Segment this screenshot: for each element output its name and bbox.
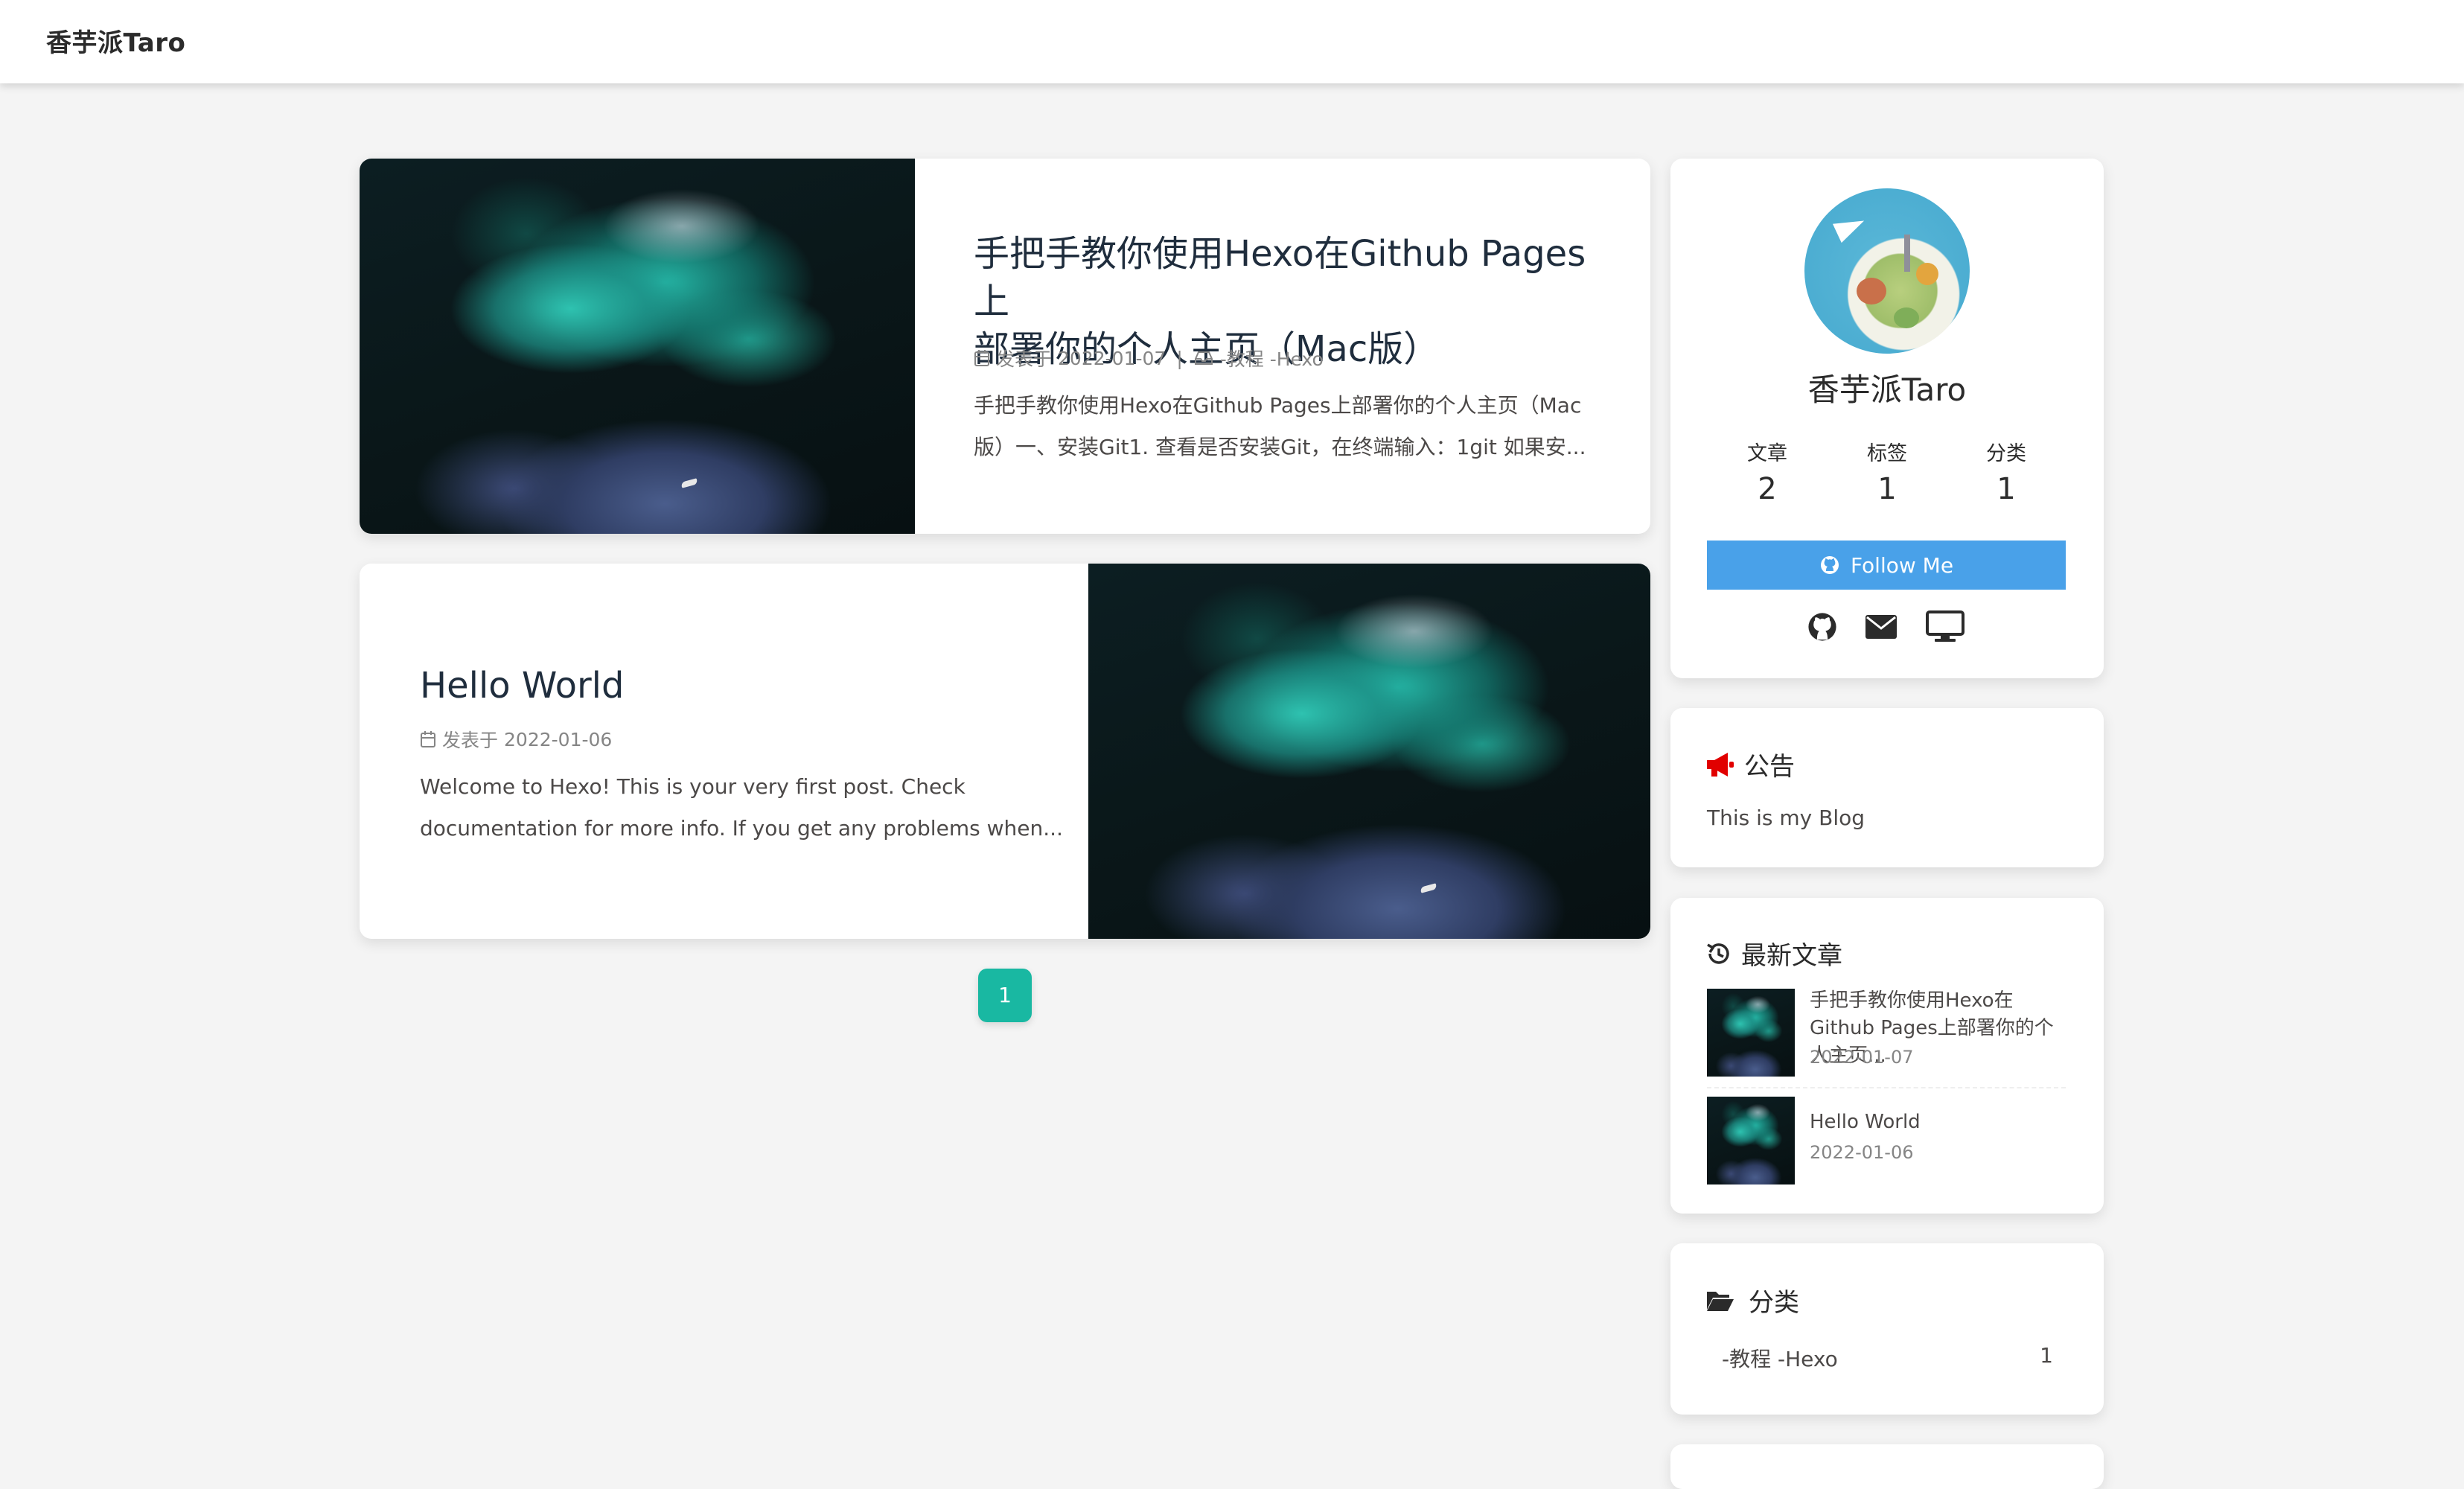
envelope-icon[interactable] <box>1865 615 1897 639</box>
post-excerpt: 手把手教你使用Hexo在Github Pages上部署你的个人主页（Mac 版）… <box>974 385 1621 468</box>
meta-label: 发表于 <box>996 348 1053 370</box>
post-title-line: 手把手教你使用Hexo在Github Pages上 <box>974 233 1586 322</box>
follow-me-button[interactable]: Follow Me <box>1707 541 2066 590</box>
recent-post-title-link[interactable]: Hello World <box>1810 1109 2070 1136</box>
author-name: 香芋派Taro <box>1807 372 1967 408</box>
announcement-card <box>1670 708 2104 867</box>
post-category-link[interactable]: -教程 -Hexo <box>1220 345 1324 372</box>
avatar-detail <box>1904 235 1910 272</box>
pagination-current-page[interactable]: 1 <box>978 969 1032 1022</box>
recent-post-thumbnail[interactable] <box>1707 1097 1795 1184</box>
announcement-title: 公告 <box>1744 752 1795 782</box>
tags-card <box>1670 1444 2104 1489</box>
announcement-heading: 公告 <box>1705 746 1795 782</box>
inbox-icon <box>1194 351 1213 365</box>
stat-tags[interactable]: 标签 1 <box>1828 437 1947 506</box>
bullhorn-icon <box>1707 752 1734 777</box>
folder-open-icon <box>1707 1291 1734 1311</box>
excerpt-line: 手把手教你使用Hexo在Github Pages上部署你的个人主页（Mac <box>974 393 1582 418</box>
recent-post-thumbnail[interactable] <box>1707 989 1795 1077</box>
post-title-link[interactable]: Hello World <box>420 662 1053 710</box>
category-item[interactable]: -教程 -Hexo 1 <box>1722 1343 2053 1373</box>
stat-label: 分类 <box>1986 442 2026 465</box>
categories-card <box>1670 1243 2104 1415</box>
stat-value: 2 <box>1758 472 1777 506</box>
post-meta: 发表于 2022-01-06 <box>420 726 612 753</box>
stat-value: 1 <box>1997 472 2016 506</box>
github-icon[interactable] <box>1807 612 1837 642</box>
recent-posts-heading: 最新文章 <box>1705 935 1842 972</box>
desktop-icon[interactable] <box>1926 610 1965 643</box>
post-cover-image[interactable] <box>1088 564 1650 939</box>
post-cover-image[interactable] <box>360 159 915 534</box>
post-date: 2022-01-06 <box>504 728 613 750</box>
post-excerpt: Welcome to Hexo! This is your very first… <box>420 766 1090 849</box>
calendar-icon <box>974 350 989 366</box>
excerpt-line: 版）一、安装Git1. 查看是否安装Git，在终端输入：1git 如果安... <box>974 435 1586 459</box>
post-date: 2022-01-07 <box>1058 347 1166 369</box>
recent-post-divider <box>1707 1087 2066 1088</box>
post-card: Hello World 发表于 2022-01-06 Welcome to He… <box>360 564 1650 939</box>
excerpt-line: documentation for more info. If you get … <box>420 816 1063 841</box>
history-icon <box>1707 943 1729 964</box>
recent-posts-title: 最新文章 <box>1741 941 1842 971</box>
recent-post-date: 2022-01-06 <box>1810 1142 1914 1163</box>
categories-heading: 分类 <box>1705 1282 1799 1319</box>
stat-label: 文章 <box>1747 442 1787 465</box>
post-meta: 发表于 2022-01-07 | -教程 -Hexo <box>974 345 1324 372</box>
paper-plane-graphic <box>1832 211 1869 243</box>
top-navbar: 香芋派Taro <box>0 0 2464 83</box>
category-name: -教程 -Hexo <box>1722 1347 1838 1371</box>
calendar-icon <box>421 731 435 747</box>
follow-me-label: Follow Me <box>1850 552 1954 578</box>
categories-title: 分类 <box>1749 1288 1799 1318</box>
cover-logo-mark <box>1420 883 1437 893</box>
post-card: 手把手教你使用Hexo在Github Pages上 部署你的个人主页（Mac版）… <box>360 159 1650 534</box>
avatar-detail <box>1857 278 1886 305</box>
cover-logo-mark <box>680 478 698 488</box>
github-icon <box>1820 556 1839 574</box>
meta-label: 发表于 <box>442 730 499 751</box>
stat-categories[interactable]: 分类 1 <box>1947 437 2066 506</box>
author-avatar[interactable] <box>1804 188 1970 354</box>
avatar-detail <box>1916 263 1938 285</box>
site-brand-link[interactable]: 香芋派Taro <box>46 22 185 59</box>
category-count: 1 <box>2040 1343 2053 1368</box>
announcement-text: This is my Blog <box>1707 806 1865 830</box>
stat-value: 1 <box>1877 472 1897 506</box>
excerpt-line: Welcome to Hexo! This is your very first… <box>420 774 966 799</box>
meta-separator: | <box>1176 347 1183 369</box>
avatar-detail <box>1894 307 1919 328</box>
stat-label: 标签 <box>1867 442 1907 465</box>
recent-post-date: 2022-01-07 <box>1810 1047 1914 1068</box>
stat-posts[interactable]: 文章 2 <box>1708 437 1827 506</box>
